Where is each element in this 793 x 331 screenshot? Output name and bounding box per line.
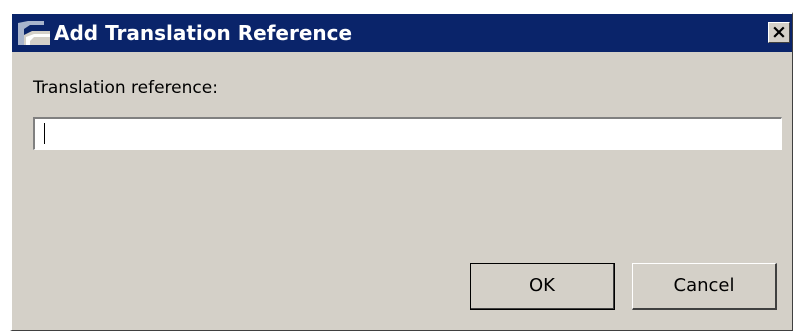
- translation-reference-label: Translation reference:: [33, 78, 218, 98]
- title-bar[interactable]: Add Translation Reference ×: [12, 14, 792, 52]
- close-button[interactable]: ×: [768, 22, 790, 43]
- close-icon: ×: [771, 21, 787, 43]
- translation-reference-input[interactable]: [33, 117, 782, 150]
- dialog-content: Translation reference: OK Cancel: [12, 52, 792, 330]
- dialog-title: Add Translation Reference: [54, 21, 353, 45]
- add-translation-reference-dialog: Add Translation Reference × Translation …: [10, 12, 793, 331]
- text-cursor: [44, 123, 45, 144]
- cancel-button[interactable]: Cancel: [632, 263, 777, 310]
- app-icon: [16, 19, 52, 47]
- ok-button[interactable]: OK: [470, 263, 615, 310]
